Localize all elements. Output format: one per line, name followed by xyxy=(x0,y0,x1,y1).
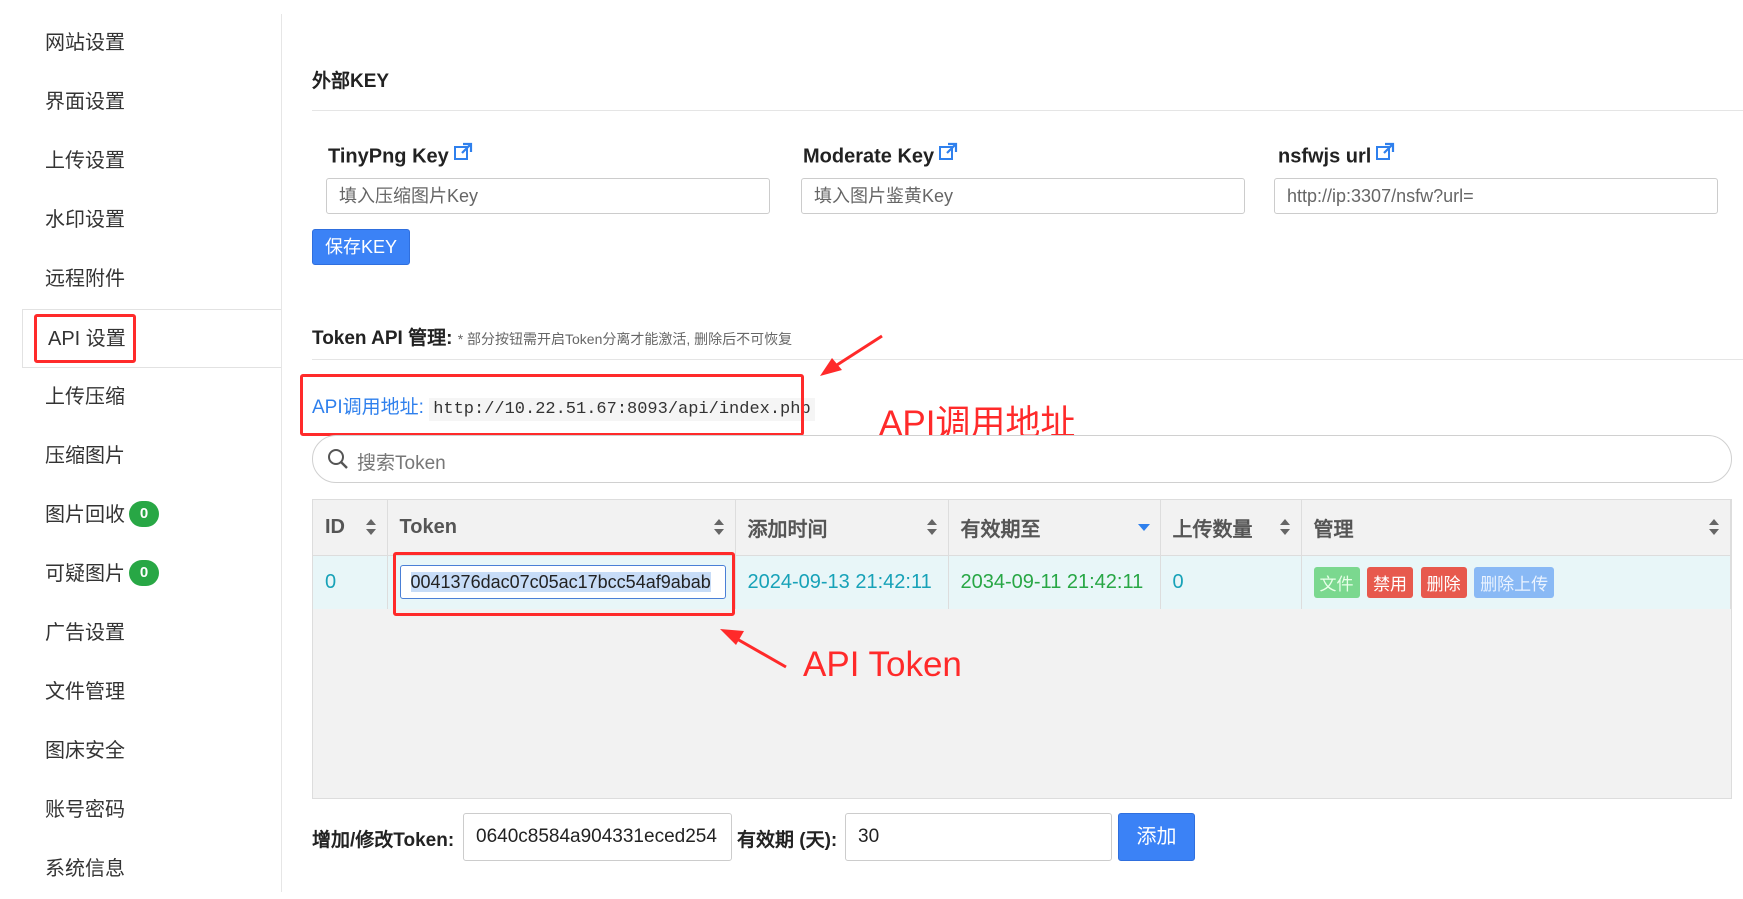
sidebar-item-upload-compress[interactable]: 上传压缩 xyxy=(20,368,281,427)
nsfwjs-url-label: nsfwjs url xyxy=(1278,142,1395,170)
external-link-icon[interactable] xyxy=(938,142,958,168)
sidebar-item-label: 上传设置 xyxy=(45,150,125,172)
sidebar-item-label: 压缩图片 xyxy=(45,445,125,467)
search-bar[interactable]: 搜索Token xyxy=(312,435,1732,483)
tinypng-key-label-text: TinyPng Key xyxy=(328,145,449,168)
sidebar-item-label: 网站设置 xyxy=(45,32,125,54)
sidebar-item-security[interactable]: 图床安全 xyxy=(20,722,281,781)
cell-id: 0 xyxy=(313,555,388,609)
sidebar-item-label: 远程附件 xyxy=(45,268,125,290)
sort-icon[interactable] xyxy=(926,518,938,542)
highlight-box-api-url xyxy=(300,374,804,436)
days-input[interactable]: 30 xyxy=(845,813,1112,861)
table-header-row: ID Token 添加时间 有效期至 上传数量 管理 xyxy=(313,500,1731,556)
cell-actions: 文件 禁用 删除 删除上传 xyxy=(1301,555,1731,609)
recycle-count-badge: 0 xyxy=(129,500,159,527)
token-form-input[interactable]: 0640c8584a904331eced254 xyxy=(463,813,732,861)
column-header-uploads[interactable]: 上传数量 xyxy=(1160,500,1302,556)
external-link-icon[interactable] xyxy=(453,142,473,168)
token-api-note: * 部分按钮需开启Token分离才能激活, 删除后不可恢复 xyxy=(457,331,793,347)
search-icon xyxy=(327,448,349,475)
sidebar-item-label: 账号密码 xyxy=(45,799,125,821)
divider xyxy=(312,359,1743,360)
cell-expires: 2034-09-11 21:42:11 xyxy=(948,555,1161,609)
sidebar-item-label: 图片回收 xyxy=(45,504,125,526)
sidebar-item-ad-settings[interactable]: 广告设置 xyxy=(20,604,281,663)
sidebar-item-label: API 设置 xyxy=(48,328,126,350)
column-header-id[interactable]: ID xyxy=(313,500,388,556)
column-header-expires[interactable]: 有效期至 xyxy=(948,500,1161,556)
sort-icon[interactable] xyxy=(713,518,725,542)
column-header-label: 上传数量 xyxy=(1172,518,1253,541)
sidebar-item-label: 界面设置 xyxy=(45,91,125,113)
sidebar-item-compress-images[interactable]: 压缩图片 xyxy=(20,427,281,486)
save-key-button[interactable]: 保存KEY xyxy=(312,229,410,265)
token-value: 0041376dac07c05ac17bcc54af9abab xyxy=(410,572,711,593)
external-link-icon[interactable] xyxy=(1375,142,1395,168)
sidebar-item-label: 上传压缩 xyxy=(45,386,125,408)
sidebar-item-suspicious[interactable]: 可疑图片 0 xyxy=(20,545,281,604)
suspicious-count-badge: 0 xyxy=(129,559,159,586)
sidebar-item-remote-attachment[interactable]: 远程附件 xyxy=(20,250,281,309)
sort-icon[interactable] xyxy=(365,518,377,542)
sidebar-item-file-manage[interactable]: 文件管理 xyxy=(20,663,281,722)
delete-uploads-button[interactable]: 删除上传 xyxy=(1474,566,1555,598)
days-label: 有效期 (天): xyxy=(737,830,838,851)
annotation-arrow-icon xyxy=(720,629,787,669)
main-content: 外部KEY TinyPng Key 填入压缩图片Key Moderate Key… xyxy=(300,0,1743,892)
token-api-title-text: Token API 管理: xyxy=(312,328,453,349)
nsfwjs-url-input[interactable]: http://ip:3307/nsfw?url= xyxy=(1274,178,1718,214)
sidebar-item-ui-settings[interactable]: 界面设置 xyxy=(20,73,281,132)
sort-icon[interactable] xyxy=(1279,518,1291,542)
token-field[interactable]: 0041376dac07c05ac17bcc54af9abab xyxy=(399,565,726,600)
tinypng-key-label: TinyPng Key xyxy=(328,142,473,170)
sort-desc-icon[interactable] xyxy=(1137,518,1150,542)
divider xyxy=(312,110,1743,111)
sort-icon[interactable] xyxy=(1708,518,1720,542)
token-api-title: Token API 管理: * 部分按钮需开启Token分离才能激活, 删除后不… xyxy=(312,323,792,350)
files-button[interactable]: 文件 xyxy=(1313,566,1360,598)
sidebar-item-label: 广告设置 xyxy=(45,622,125,644)
sidebar-item-api-settings[interactable]: API 设置 xyxy=(22,309,281,368)
add-token-button[interactable]: 添加 xyxy=(1118,813,1195,861)
sidebar-item-label: 可疑图片 xyxy=(45,563,125,585)
column-header-label: ID xyxy=(325,515,345,538)
sidebar-item-site-settings[interactable]: 网站设置 xyxy=(20,14,281,73)
disable-button[interactable]: 禁用 xyxy=(1367,566,1414,598)
nsfwjs-url-label-text: nsfwjs url xyxy=(1278,145,1372,168)
cell-token: 0041376dac07c05ac17bcc54af9abab xyxy=(387,555,736,609)
section-title-external-key: 外部KEY xyxy=(312,71,390,92)
sidebar-item-account-password[interactable]: 账号密码 xyxy=(20,781,281,840)
moderate-key-label-text: Moderate Key xyxy=(803,145,935,168)
search-input[interactable]: 搜索Token xyxy=(357,448,446,475)
sidebar-item-upload-settings[interactable]: 上传设置 xyxy=(20,132,281,191)
sidebar-item-system-info[interactable]: 系统信息 xyxy=(20,840,281,899)
cell-uploads: 0 xyxy=(1160,555,1302,609)
annotation-api-token: API Token xyxy=(803,645,962,684)
moderate-key-label: Moderate Key xyxy=(803,142,958,170)
cell-added: 2024-09-13 21:42:11 xyxy=(735,555,949,609)
annotation-arrow-icon xyxy=(820,334,883,376)
table-row: 0 0041376dac07c05ac17bcc54af9abab 2024-0… xyxy=(313,555,1731,609)
sidebar-item-recycle[interactable]: 图片回收 0 xyxy=(20,486,281,545)
sidebar: 网站设置 界面设置 上传设置 水印设置 远程附件 API 设置 上传压缩 压缩图… xyxy=(20,14,282,892)
sidebar-item-label: 水印设置 xyxy=(45,209,125,231)
moderate-key-input[interactable]: 填入图片鉴黄Key xyxy=(801,178,1245,214)
delete-button[interactable]: 删除 xyxy=(1420,566,1467,598)
tinypng-key-input[interactable]: 填入压缩图片Key xyxy=(326,178,770,214)
column-header-label: 添加时间 xyxy=(747,518,828,541)
sidebar-item-label: 系统信息 xyxy=(45,858,125,880)
token-table: ID Token 添加时间 有效期至 上传数量 管理 0 0041376dac0… xyxy=(312,499,1732,799)
column-header-added[interactable]: 添加时间 xyxy=(735,500,949,556)
column-header-label: Token xyxy=(399,515,457,538)
sidebar-item-label: 图床安全 xyxy=(45,740,125,762)
column-header-token[interactable]: Token xyxy=(387,500,736,556)
column-header-label: 有效期至 xyxy=(960,518,1041,541)
column-header-manage[interactable]: 管理 xyxy=(1301,500,1731,556)
column-header-label: 管理 xyxy=(1313,518,1354,541)
token-form-label: 增加/修改Token: xyxy=(312,830,455,851)
sidebar-item-label: 文件管理 xyxy=(45,681,125,703)
sidebar-item-watermark-settings[interactable]: 水印设置 xyxy=(20,191,281,250)
